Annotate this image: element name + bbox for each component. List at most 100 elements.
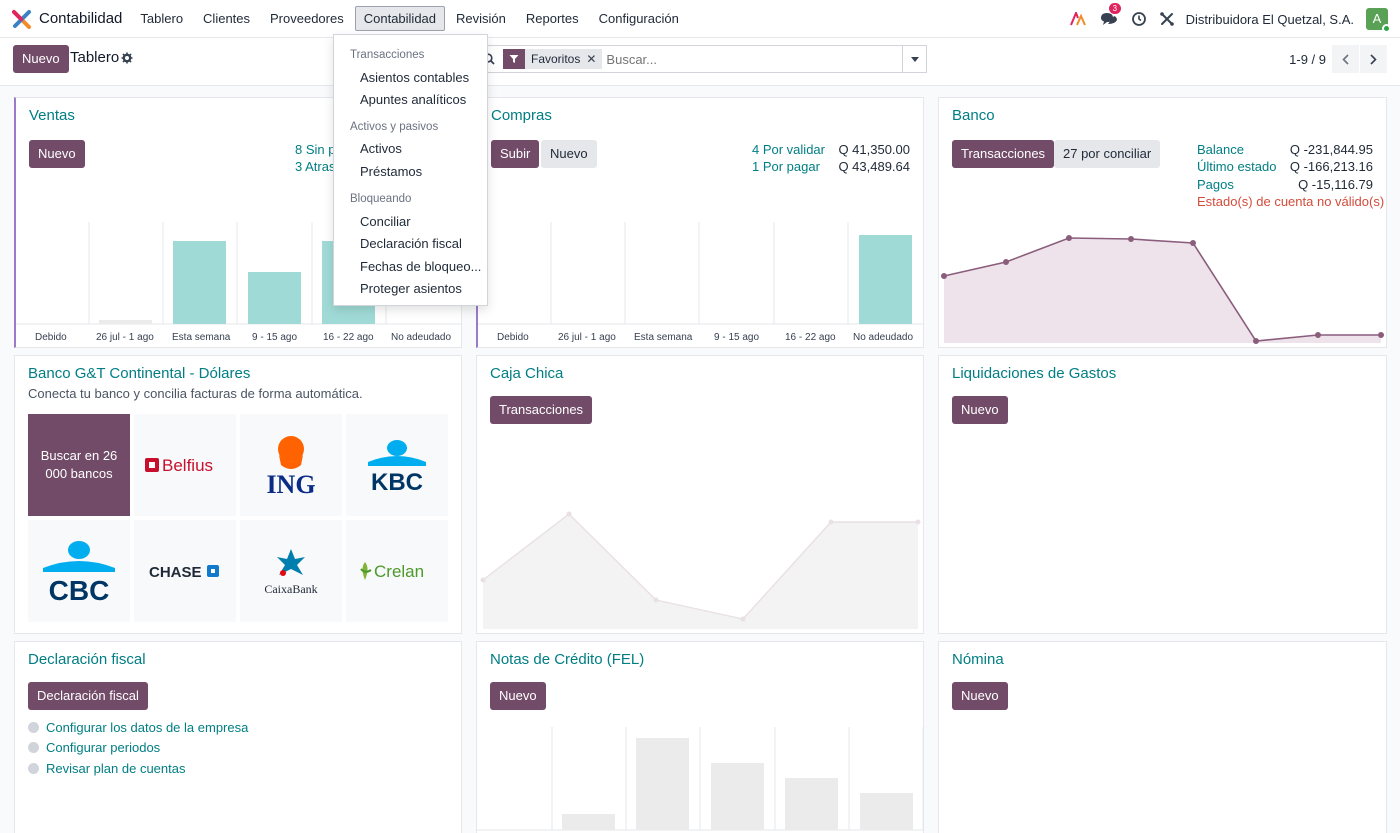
search-bar: Favoritos ✕ [472, 45, 927, 73]
x-axis-label: No adeudado [853, 332, 914, 343]
chart-point[interactable] [828, 519, 834, 525]
dropdown-section-header: Bloqueando [350, 193, 412, 205]
chart-point[interactable] [1315, 332, 1321, 338]
dropdown-item-activos[interactable]: Activos [360, 141, 402, 156]
app-name[interactable]: Contabilidad [39, 10, 122, 27]
chart-point[interactable] [1128, 236, 1134, 242]
search-options-toggle[interactable] [902, 46, 926, 72]
compras-bar-chart[interactable] [476, 97, 924, 348]
bank-tile-chase[interactable]: CHASE [134, 520, 236, 622]
ing-logo: ING [266, 436, 316, 497]
dropdown-item-apuntes-analiticos[interactable]: Apuntes analíticos [360, 92, 466, 107]
caret-down-icon [910, 56, 919, 62]
declaracion-fiscal-button[interactable]: Declaración fiscal [28, 682, 148, 710]
activity-clock-icon[interactable] [1131, 12, 1146, 26]
kbc-logo: KBC [368, 440, 426, 492]
gear-icon[interactable] [121, 52, 133, 64]
systray: 3 Distribuidora El Quetzal, S.A. A [1056, 0, 1391, 38]
chart-point[interactable] [1003, 259, 1009, 265]
pager-buttons [1331, 45, 1387, 73]
dropdown-section-header: Transacciones [350, 49, 425, 61]
pager-value[interactable]: 1-9 / 9 [1289, 52, 1326, 67]
step-periods-link[interactable]: Configurar periodos [46, 740, 160, 755]
chart-point[interactable] [480, 577, 486, 583]
chart-point[interactable] [1190, 240, 1196, 246]
dropdown-item-conciliar[interactable]: Conciliar [360, 214, 411, 229]
chart-bar[interactable] [99, 320, 152, 324]
debug-tools-icon[interactable] [1159, 12, 1174, 26]
search-input[interactable] [606, 51, 887, 67]
menu-configuracion[interactable]: Configuración [590, 6, 688, 31]
dropdown-item-declaracion-fiscal[interactable]: Declaración fiscal [360, 236, 462, 251]
search-banks-tile[interactable]: Buscar en 26 000 bancos [28, 414, 130, 516]
user-avatar[interactable]: A [1366, 8, 1391, 33]
chart-bar[interactable] [636, 738, 689, 830]
chart-point[interactable] [740, 616, 746, 622]
dropdown-item-proteger-asientos[interactable]: Proteger asientos [360, 281, 462, 296]
chart-bar[interactable] [248, 272, 301, 324]
notas-bar-chart[interactable] [477, 642, 924, 833]
company-switcher[interactable]: Distribuidora El Quetzal, S.A. [1186, 12, 1354, 27]
liquidaciones-new-button[interactable]: Nuevo [952, 396, 1008, 424]
chevron-left-icon [1342, 53, 1349, 65]
filter-icon [503, 49, 525, 69]
bank-tile-belfius[interactable]: Belfius [134, 414, 236, 516]
chart-bar[interactable] [173, 241, 226, 324]
bank-tile-kbc[interactable]: KBC [346, 414, 448, 516]
journal-card-liquidaciones: Liquidaciones de Gastos Nuevo [938, 355, 1387, 634]
menu-reportes[interactable]: Reportes [517, 6, 588, 31]
facet-remove-icon[interactable]: ✕ [586, 52, 602, 66]
new-button[interactable]: Nuevo [13, 45, 69, 73]
x-axis-label: 9 - 15 ago [252, 332, 298, 343]
menu-clientes[interactable]: Clientes [194, 6, 259, 31]
card-title[interactable]: Banco G&T Continental - Dólares [28, 365, 250, 382]
previous-page-button[interactable] [1332, 45, 1359, 73]
journal-card-declaracion-fiscal: Declaración fiscal Declaración fiscal Co… [14, 641, 462, 833]
menu-revision[interactable]: Revisión [447, 6, 515, 31]
bank-tile-ing[interactable]: ING [240, 414, 342, 516]
dropdown-item-fechas-de-bloqueo[interactable]: Fechas de bloqueo... [360, 259, 481, 274]
ai-assistant-icon[interactable] [1069, 12, 1086, 26]
caja-line-chart[interactable] [477, 356, 924, 634]
x-axis-label: Debido [497, 332, 529, 343]
chart-point[interactable] [1066, 235, 1072, 241]
avatar-letter: A [1372, 11, 1382, 26]
bank-tile-caixabank[interactable]: CaixaBank [240, 520, 342, 622]
next-page-button[interactable] [1360, 45, 1387, 73]
bank-tile-crelan[interactable]: Crelan [346, 520, 448, 622]
chart-bar[interactable] [562, 814, 615, 830]
messages-icon[interactable]: 3 [1100, 2, 1122, 27]
banco-line-chart[interactable] [939, 97, 1387, 348]
chart-bar[interactable] [711, 763, 764, 830]
chart-point[interactable] [915, 519, 921, 525]
card-title[interactable]: Declaración fiscal [28, 651, 146, 668]
chart-point[interactable] [1378, 332, 1384, 338]
chart-bar[interactable] [860, 793, 913, 830]
online-status-dot [1382, 24, 1391, 33]
menu-proveedores[interactable]: Proveedores [261, 6, 353, 31]
nomina-new-button[interactable]: Nuevo [952, 682, 1008, 710]
menu-contabilidad[interactable]: Contabilidad [354, 6, 446, 31]
x-axis-label: Debido [35, 332, 67, 343]
step-company-data-link[interactable]: Configurar los datos de la empresa [46, 720, 248, 735]
dropdown-item-prestamos[interactable]: Préstamos [360, 164, 422, 179]
chart-bar[interactable] [785, 778, 838, 830]
chart-point[interactable] [941, 273, 947, 279]
x-axis-label: No adeudado [391, 332, 452, 343]
journal-card-compras: Compras Subir Nuevo 4 Por validar Q 41,3… [476, 97, 924, 348]
menu-tablero[interactable]: Tablero [131, 6, 192, 31]
chart-point[interactable] [653, 597, 659, 603]
step-chart-of-accounts-link[interactable]: Revisar plan de cuentas [46, 761, 185, 776]
chart-bar[interactable] [859, 235, 912, 324]
bank-tile-cbc[interactable]: CBC [28, 520, 130, 622]
journal-card-nomina: Nómina Nuevo [938, 641, 1387, 833]
chart-point[interactable] [566, 511, 572, 517]
chart-point[interactable] [1253, 338, 1259, 344]
card-title[interactable]: Nómina [952, 651, 1004, 668]
x-axis-label: 16 - 22 ago [323, 332, 374, 343]
accounting-app-icon[interactable] [12, 9, 32, 29]
card-title[interactable]: Liquidaciones de Gastos [952, 365, 1116, 382]
dropdown-item-asientos-contables[interactable]: Asientos contables [360, 70, 469, 85]
ing-logo-text: ING [266, 470, 315, 497]
facet-label: Favoritos [531, 52, 581, 66]
